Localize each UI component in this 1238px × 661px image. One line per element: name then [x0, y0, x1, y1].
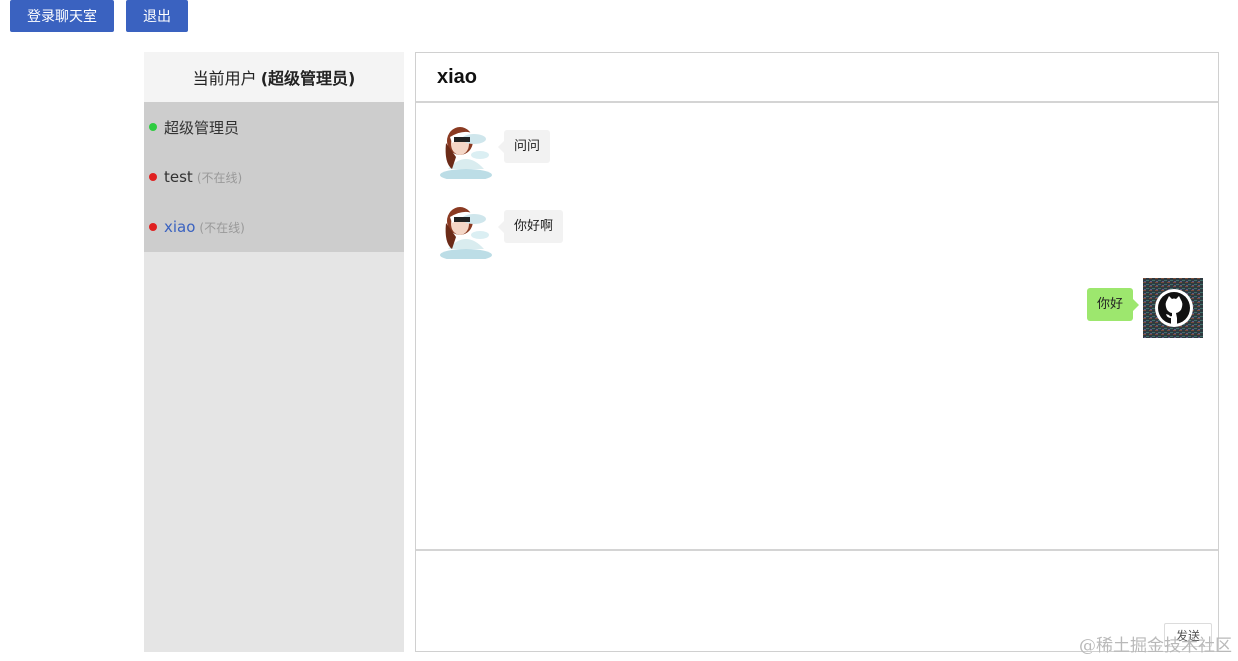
user-sidebar: 当前用户 (超级管理员) 超级管理员 test (不在线) xiao (不在线) — [144, 52, 404, 652]
message-input[interactable] — [416, 551, 1218, 649]
github-avatar-icon — [1143, 278, 1203, 338]
user-name: 超级管理员 — [164, 118, 240, 137]
chat-panel: xiao 问问 你好啊 你好 发送 — [415, 52, 1219, 652]
current-user-name: (超级管理员) — [260, 69, 356, 88]
online-status-dot — [149, 123, 157, 131]
user-name: xiao — [164, 218, 196, 236]
offline-status-dot — [149, 223, 157, 231]
message-item: 你好啊 — [436, 199, 564, 259]
girl-avatar-icon — [436, 199, 496, 259]
message-item: 问问 — [436, 119, 551, 179]
message-list: 问问 你好啊 你好 — [416, 103, 1218, 551]
user-status: (不在线) — [196, 170, 243, 185]
user-item-test[interactable]: test (不在线) — [144, 152, 404, 202]
login-chatroom-button[interactable]: 登录聊天室 — [10, 0, 114, 32]
chat-title: xiao — [416, 53, 1218, 103]
current-user-header: 当前用户 (超级管理员) — [144, 52, 404, 102]
message-item: 你好 — [1086, 278, 1203, 338]
girl-avatar-icon — [436, 119, 496, 179]
send-button[interactable]: 发送 — [1164, 623, 1212, 647]
user-item-admin[interactable]: 超级管理员 — [144, 102, 404, 152]
logout-button[interactable]: 退出 — [126, 0, 188, 32]
user-list: 超级管理员 test (不在线) xiao (不在线) — [144, 102, 404, 252]
user-status: (不在线) — [199, 220, 245, 235]
user-item-xiao[interactable]: xiao (不在线) — [144, 202, 404, 252]
message-input-area: 发送 — [416, 551, 1218, 649]
message-bubble: 你好 — [1086, 288, 1140, 321]
message-bubble: 你好啊 — [497, 210, 564, 243]
offline-status-dot — [149, 173, 157, 181]
user-name: test — [164, 168, 193, 186]
message-bubble: 问问 — [497, 130, 551, 163]
current-user-prefix: 当前用户 — [192, 69, 257, 88]
